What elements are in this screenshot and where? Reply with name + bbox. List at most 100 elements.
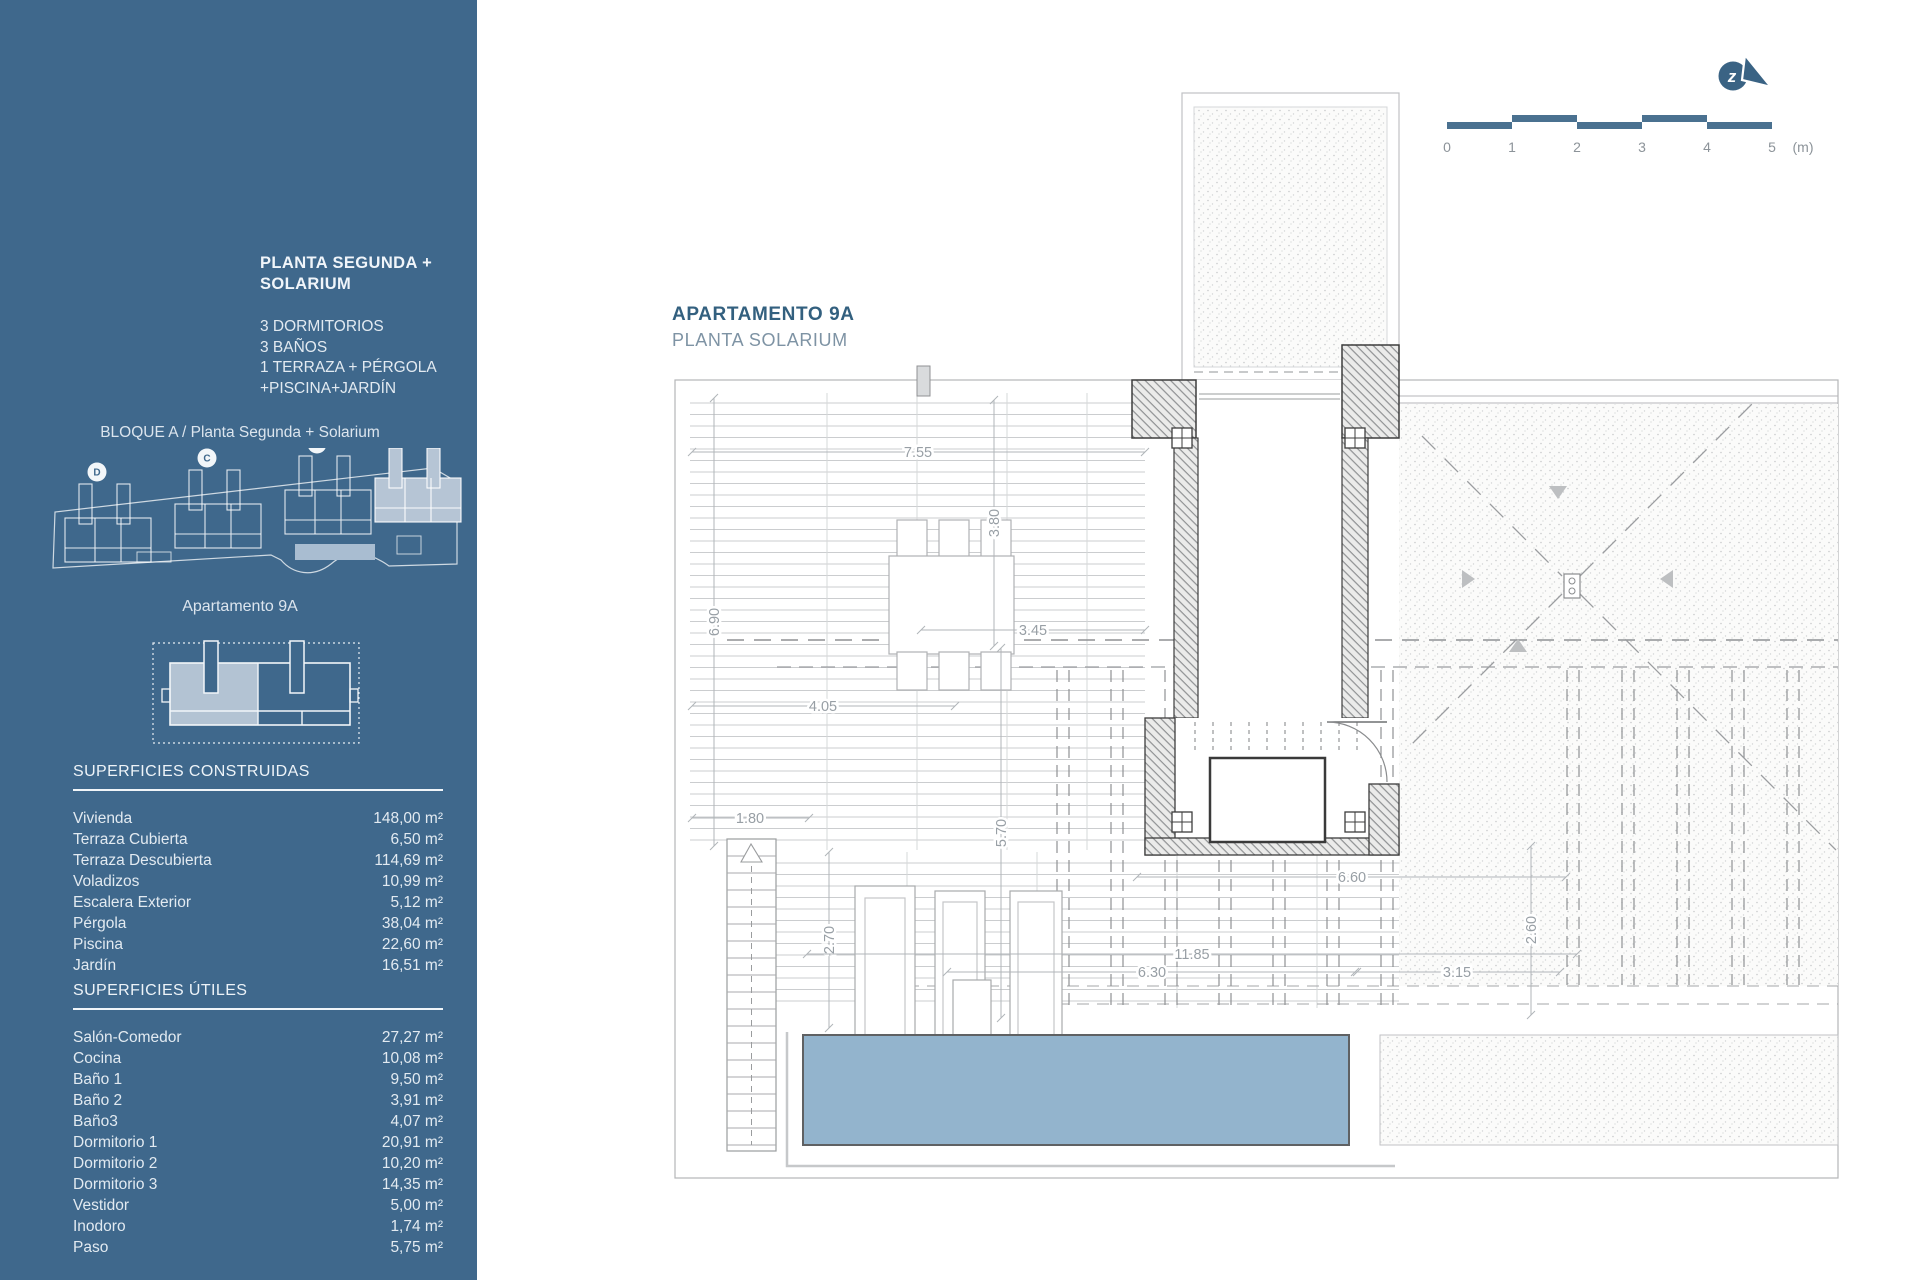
surface-value: 5,12 m² bbox=[390, 892, 443, 913]
feature-item: 3 DORMITORIOS bbox=[260, 317, 475, 338]
surface-row: Terraza Cubierta 6,50 m² bbox=[73, 829, 443, 850]
sidebar: PLANTA SEGUNDA + SOLARIUM 3 DORMITORIOS … bbox=[0, 0, 477, 1280]
core-shaft bbox=[1196, 380, 1342, 718]
apartment-label: Apartamento 9A bbox=[30, 598, 450, 616]
surface-row: Voladizos 10,99 m² bbox=[73, 871, 443, 892]
elevator-shaft bbox=[1210, 758, 1325, 842]
side-table bbox=[953, 980, 991, 1036]
surface-row: Piscina 22,60 m² bbox=[73, 934, 443, 955]
surface-label: Jardín bbox=[73, 955, 116, 976]
surface-row: Dormitorio 120,91 m² bbox=[73, 1132, 443, 1153]
scale-unit: (m) bbox=[1793, 139, 1814, 155]
surface-row: Inodoro1,74 m² bbox=[73, 1216, 443, 1237]
surface-row: Dormitorio 2 10,20 m² bbox=[73, 1153, 443, 1174]
surface-value: 16,51 m² bbox=[382, 955, 443, 976]
surface-row: Jardín 16,51 m² bbox=[73, 955, 443, 976]
unit-notch-right bbox=[350, 689, 358, 702]
surface-row: Dormitorio 314,35 m² bbox=[73, 1174, 443, 1195]
stair-outline bbox=[727, 839, 776, 1151]
unit-tower-right bbox=[290, 641, 304, 693]
dim-label: 6.30 bbox=[1138, 965, 1166, 981]
surface-row: Pérgola38,04 m² bbox=[73, 913, 443, 934]
surface-label: Vivienda bbox=[73, 808, 132, 829]
surface-label: Baño3 bbox=[73, 1111, 118, 1132]
chair bbox=[939, 652, 969, 690]
core-wall-sw bbox=[1145, 718, 1175, 855]
surface-label: Cocina bbox=[73, 1048, 121, 1069]
site-block-badges: D C B A bbox=[88, 448, 417, 482]
plan-sheet: PLANTA SEGUNDA + SOLARIUM 3 DORMITORIOS … bbox=[0, 0, 1920, 1280]
surface-label: Dormitorio 3 bbox=[73, 1174, 157, 1195]
core bbox=[1132, 345, 1399, 855]
surface-label: Voladizos bbox=[73, 871, 139, 892]
surface-row: Vivienda 148,00 m² bbox=[73, 808, 443, 829]
surface-value: 27,27 m² bbox=[382, 1027, 443, 1048]
surface-value: 3,91 m² bbox=[390, 1090, 443, 1111]
site-block-a-highlighted bbox=[375, 448, 461, 522]
surface-label: Salón-Comedor bbox=[73, 1027, 182, 1048]
chair bbox=[897, 652, 927, 690]
surface-value: 22,60 m² bbox=[382, 934, 443, 955]
surfaces-useful-section: SUPERFICIES ÚTILES Salón-Comedor 27,27 m²… bbox=[73, 982, 443, 1258]
surface-label: Escalera Exterior bbox=[73, 892, 191, 913]
scale-tick-1: 1 bbox=[1508, 139, 1516, 155]
dining-set bbox=[889, 520, 1014, 690]
surface-row: Baño 19,50 m² bbox=[73, 1069, 443, 1090]
column-anchor bbox=[1172, 428, 1192, 448]
floor-plan-canvas: z 0 1 2 3 4 5 (m) bbox=[477, 0, 1920, 1280]
scale-segment bbox=[1642, 115, 1707, 122]
north-glyph: z bbox=[1727, 67, 1737, 86]
dim-label: 5.70 bbox=[994, 819, 1010, 847]
surface-value: 6,50 m² bbox=[390, 829, 443, 850]
feature-item: 1 TERRAZA + PÉRGOLA bbox=[260, 358, 475, 379]
surface-value: 1,74 m² bbox=[390, 1216, 443, 1237]
badge-letter-b: B bbox=[313, 448, 320, 451]
surfaces-useful-heading: SUPERFICIES ÚTILES bbox=[73, 982, 443, 1010]
dim-label: 2.60 bbox=[1524, 916, 1540, 944]
column-anchor bbox=[1345, 428, 1365, 448]
surface-label: Terraza Cubierta bbox=[73, 829, 188, 850]
scale-tick-0: 0 bbox=[1443, 139, 1451, 155]
scale-tick-5: 5 bbox=[1768, 139, 1776, 155]
surface-label: Dormitorio 2 bbox=[73, 1153, 157, 1174]
scale-tick-3: 3 bbox=[1638, 139, 1646, 155]
surfaces-built-section: SUPERFICIES CONSTRUIDAS Vivienda 148,00 m… bbox=[73, 763, 443, 976]
surface-label: Piscina bbox=[73, 934, 123, 955]
dim-label: 6.90 bbox=[707, 608, 723, 636]
site-block-d bbox=[65, 484, 151, 562]
north-pointer bbox=[1742, 55, 1771, 87]
dim-label: 3.15 bbox=[1443, 965, 1471, 981]
surface-label: Terraza Descubierta bbox=[73, 850, 212, 871]
surface-row: Terraza Descubierta 114,69 m² bbox=[73, 850, 443, 871]
surface-row: Escalera Exterior 5,12 m² bbox=[73, 892, 443, 913]
surface-value: 10,20 m² bbox=[382, 1153, 443, 1174]
surfaces-built-heading: SUPERFICIES CONSTRUIDAS bbox=[73, 763, 443, 791]
site-block-c bbox=[175, 470, 261, 548]
garden-bed bbox=[1380, 1035, 1838, 1145]
roof-column bbox=[917, 366, 930, 396]
chair bbox=[897, 520, 927, 558]
column-anchor bbox=[1172, 812, 1192, 832]
unit-notch-left bbox=[162, 689, 170, 702]
surface-value: 5,00 m² bbox=[390, 1195, 443, 1216]
core-wall-se bbox=[1369, 784, 1399, 855]
surface-value: 114,69 m² bbox=[374, 850, 443, 871]
site-pool-outline bbox=[137, 552, 171, 562]
surface-value: 148,00 m² bbox=[373, 808, 443, 829]
surface-value: 5,75 m² bbox=[390, 1237, 443, 1258]
surface-label: Baño 1 bbox=[73, 1069, 122, 1090]
surface-row: Paso 5,75 m² bbox=[73, 1237, 443, 1258]
dim-label: 3.45 bbox=[1019, 623, 1047, 639]
feature-item: +PISCINA+JARDÍN bbox=[260, 379, 475, 400]
dim-label: 11.85 bbox=[1174, 947, 1209, 963]
dining-table bbox=[889, 556, 1014, 654]
surface-row: Baño34,07 m² bbox=[73, 1111, 443, 1132]
surface-label: Paso bbox=[73, 1237, 108, 1258]
feature-list: 3 DORMITORIOS 3 BAÑOS 1 TERRAZA + PÉRGOL… bbox=[260, 317, 475, 399]
roof-top-edge bbox=[1399, 396, 1838, 403]
floor-title-line1: PLANTA SEGUNDA + bbox=[260, 253, 470, 274]
surface-row: Vestidor5,00 m² bbox=[73, 1195, 443, 1216]
scale-tick-4: 4 bbox=[1703, 139, 1711, 155]
scale-segment bbox=[1447, 122, 1512, 129]
surface-value: 10,99 m² bbox=[382, 871, 443, 892]
